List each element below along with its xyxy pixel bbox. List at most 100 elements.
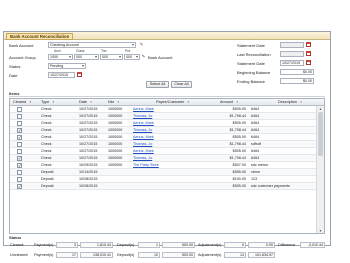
- statement-date2-field[interactable]: 10/27/2015: [280, 60, 304, 66]
- uncleared-deposits-count: 10: [138, 252, 160, 258]
- cleared-checkbox[interactable]: ✓: [17, 135, 22, 140]
- tier-value: 000: [102, 55, 108, 59]
- table-row[interactable]: Check 10/27/2015 1000000 Aenus, Mark $505.00…: [10, 106, 317, 113]
- cleared-checkbox[interactable]: [17, 142, 22, 147]
- cell-desc: 6464: [251, 107, 260, 111]
- class-value: 000: [76, 55, 82, 59]
- beginning-balance-label: Beginning Balance: [237, 70, 271, 75]
- date-field[interactable]: 10/27/2015: [48, 72, 75, 78]
- cleared-checkbox[interactable]: [17, 149, 22, 154]
- cleared-checkbox[interactable]: ✓: [17, 156, 22, 161]
- table-row[interactable]: Check 10/27/2015 1000000 Thomas, Jo $1,798.4…: [10, 141, 317, 148]
- tier-select[interactable]: 000: [100, 54, 123, 60]
- cleared-checkbox[interactable]: [17, 107, 22, 112]
- prd-select[interactable]: 000: [124, 54, 140, 60]
- statement-date2-label: Statement Date: [237, 61, 265, 66]
- last-rec-calendar-icon[interactable]: [306, 51, 311, 56]
- col-description[interactable]: Description: [278, 100, 302, 105]
- col-amount[interactable]: Amount: [220, 100, 238, 105]
- cell-payee[interactable]: Thomas, Jo: [133, 113, 203, 119]
- uncleared-payments-amount: 138,010.41: [80, 252, 113, 258]
- window-title: Bank Account Reconciliation: [6, 33, 74, 40]
- cell-date: 10/27/2015: [79, 121, 98, 125]
- table-row[interactable]: ✓ Check 10/29/2015 1000000 The Party Store $5…: [10, 162, 317, 169]
- cleared-payments-label: Payment(s): [34, 243, 54, 247]
- uncleared-label: Uncleared:: [10, 253, 29, 257]
- table-row[interactable]: Deposit 10/14/2015 $555.00 vbnm: [10, 169, 317, 176]
- acct-select[interactable]: 1000: [48, 54, 73, 60]
- uncleared-deposits-amount: 500.00: [162, 252, 195, 258]
- uncleared-adjustments-amount: 101,634.97: [248, 252, 275, 258]
- cell-payee[interactable]: Aenus, Mark: [133, 120, 203, 126]
- scroll-thumb[interactable]: [318, 112, 323, 156]
- col-cleared[interactable]: Cleared: [13, 100, 32, 105]
- cleared-payments-amount: 1,810.44: [80, 242, 113, 248]
- bank-account-select[interactable]: Checking Account: [48, 42, 136, 48]
- cleared-checkbox[interactable]: [17, 170, 22, 175]
- cleared-checkbox[interactable]: [17, 177, 22, 182]
- table-row[interactable]: ✓ Check 10/27/2015 1000000 Thomas, Jo $1,798.…: [10, 155, 317, 162]
- status-select[interactable]: Pending: [48, 63, 86, 69]
- cell-payee[interactable]: The Party Store: [133, 162, 203, 168]
- cleared-checkbox[interactable]: ✓: [17, 128, 22, 133]
- cell-date: 10/28/2015: [79, 184, 98, 188]
- cleared-deposits-count: 1: [138, 242, 160, 248]
- statement-calendar-icon[interactable]: [306, 42, 311, 47]
- scroll-down-icon[interactable]: ▾: [317, 228, 324, 233]
- status-panel: Cleared: Payment(s) 3 1,810.44 Deposit(s…: [9, 242, 325, 263]
- clear-all-button[interactable]: Clear All: [171, 81, 192, 88]
- statement2-calendar-icon[interactable]: [306, 60, 311, 65]
- statement-date-field[interactable]: [280, 42, 304, 48]
- cell-nbr: 1000000: [108, 135, 123, 139]
- ending-balance-field[interactable]: $0.00: [280, 78, 314, 84]
- class-select[interactable]: 000: [74, 54, 99, 60]
- vertical-scrollbar[interactable]: ▴ ▾: [316, 106, 324, 233]
- beginning-balance-field[interactable]: $0.00: [280, 69, 314, 75]
- cell-type: Check: [41, 121, 52, 125]
- cell-payee[interactable]: Aenus, Mark: [133, 106, 203, 112]
- cleared-checkbox[interactable]: [17, 121, 22, 126]
- cell-desc: 6464: [251, 121, 260, 125]
- table-row[interactable]: Deposit 10/28/2015 $100.00 123: [10, 176, 317, 183]
- col-nbr[interactable]: Nbr: [108, 100, 119, 105]
- reconciliation-window: Bank Account Reconciliation Bank Account…: [3, 31, 331, 258]
- cell-amount: $100.00: [232, 177, 246, 181]
- col-type[interactable]: Type: [41, 100, 55, 105]
- cell-amount: $555.00: [232, 170, 246, 174]
- table-row[interactable]: Check 10/27/2015 1000000 Aenus, Mark $505.00…: [10, 148, 317, 155]
- table-row[interactable]: Check 10/27/2015 1000000 Thomas, Jo $1,798.4…: [10, 113, 317, 120]
- cell-date: 10/27/2015: [79, 142, 98, 146]
- cell-payee[interactable]: Aenus, Mark: [133, 148, 203, 154]
- col-date[interactable]: Date: [79, 100, 92, 105]
- calendar-icon[interactable]: [77, 72, 82, 77]
- cleared-checkbox[interactable]: ✓: [17, 163, 22, 168]
- cell-payee[interactable]: Aenus, Mark: [133, 134, 203, 140]
- cleared-adjustments-amount: 0.00: [248, 242, 275, 248]
- cell-payee[interactable]: Thomas, Jo: [133, 155, 203, 161]
- cell-type: Deposit: [41, 184, 54, 188]
- title-bar: Bank Account Reconciliation: [4, 32, 330, 40]
- lookup-icon[interactable]: ✎: [139, 42, 144, 47]
- cell-payee[interactable]: Thomas, Jo: [133, 127, 203, 133]
- select-all-button[interactable]: Select All: [146, 81, 169, 88]
- uncleared-adjustments-label: Adjustment(s): [198, 253, 222, 257]
- bank-account-link[interactable]: Bank Account: [148, 55, 172, 60]
- cell-amount: $505.00: [232, 184, 246, 188]
- cell-type: Check: [41, 107, 52, 111]
- bank-account-value: Checking Account: [50, 43, 79, 47]
- cleared-checkbox[interactable]: [17, 114, 22, 119]
- table-row[interactable]: ✓ Deposit 10/28/2015 $505.00 sdc customer pa…: [10, 183, 317, 190]
- cell-amount: $1,798.44: [229, 156, 246, 160]
- cell-amount: $507.00: [232, 163, 246, 167]
- cell-payee[interactable]: Thomas, Jo: [133, 141, 203, 147]
- cell-nbr: 1000000: [108, 156, 123, 160]
- table-row[interactable]: ✓ Check 10/27/2015 1000000 Aenus, Mark $505.0…: [10, 134, 317, 141]
- cleared-payments-count: 3: [56, 242, 78, 248]
- table-row[interactable]: Check 10/27/2015 1000000 Aenus, Mark $505.00…: [10, 120, 317, 127]
- cleared-checkbox[interactable]: ✓: [17, 184, 22, 189]
- cell-desc: 6464: [251, 156, 260, 160]
- bank-account-link-icon[interactable]: ✎: [141, 54, 146, 59]
- table-row[interactable]: ✓ Check 10/27/2015 1000000 Thomas, Jo $1,798.…: [10, 127, 317, 134]
- prd-value: 000: [126, 55, 132, 59]
- col-payee[interactable]: Payee/Customer: [156, 100, 190, 105]
